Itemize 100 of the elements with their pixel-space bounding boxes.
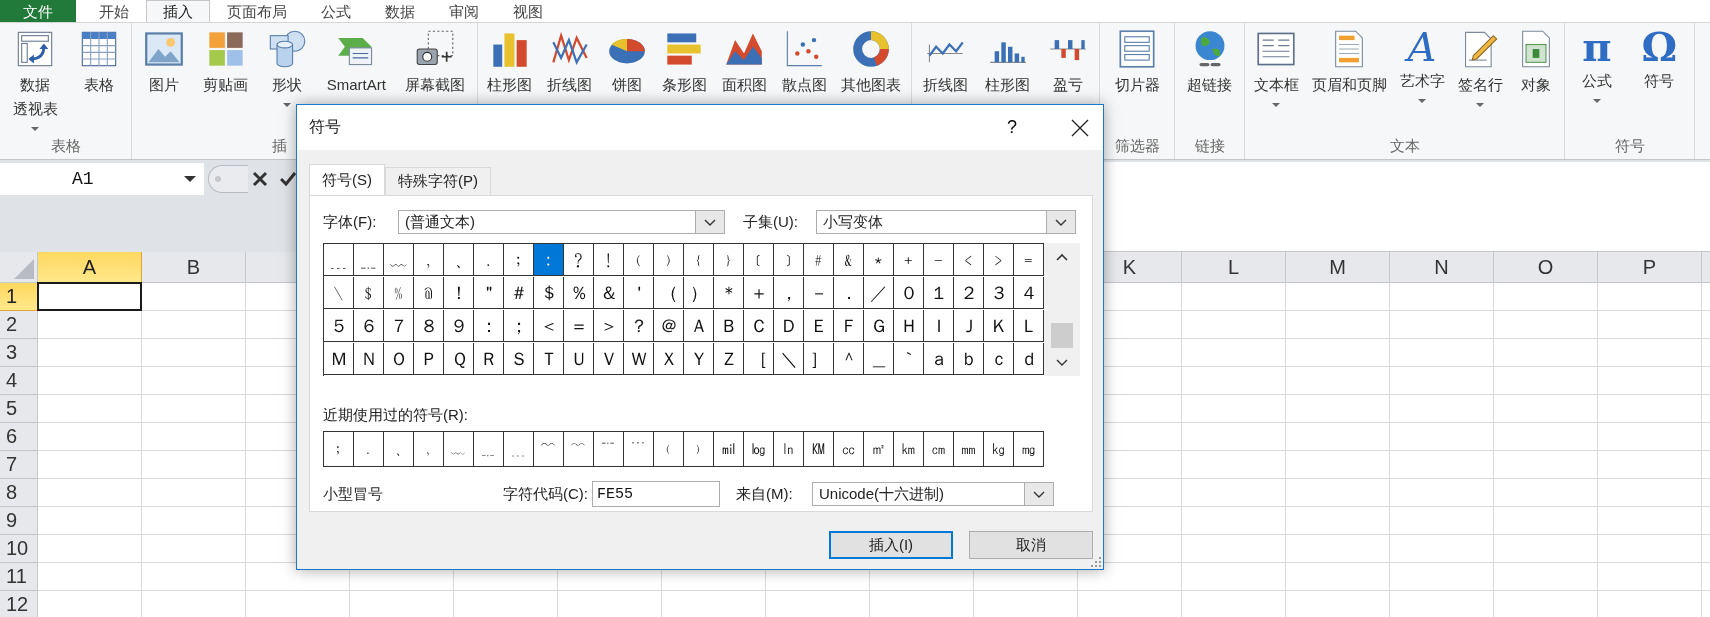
recent-symbol-cell[interactable]: ㎞ (894, 432, 924, 467)
ribbon-button[interactable]: 饼图 (606, 27, 649, 99)
symbol-cell[interactable]: ﹣ (924, 244, 954, 276)
symbol-cell[interactable]: ＠ (654, 310, 684, 342)
symbol-cell[interactable]: ﹝ (744, 244, 774, 276)
ribbon-button[interactable]: 盈亏 (1047, 27, 1090, 99)
recent-symbol-cell[interactable]: ㎝ (924, 432, 954, 467)
symbol-cell[interactable]: ﹞ (774, 244, 804, 276)
symbol-cell[interactable]: Ｍ (324, 343, 354, 375)
symbol-cell[interactable]: ﹐ (414, 244, 444, 276)
column-header[interactable]: N (1390, 252, 1494, 282)
symbol-cell[interactable]: ﹫ (414, 277, 444, 309)
symbol-cell[interactable]: Ｋ (984, 310, 1014, 342)
symbol-cell[interactable]: ９ (444, 310, 474, 342)
row-header[interactable]: 11 (0, 563, 37, 591)
symbol-cell[interactable]: Ｃ (744, 310, 774, 342)
recent-symbol-cell[interactable]: ﹐ (414, 432, 444, 467)
symbol-cell[interactable]: ． (834, 277, 864, 309)
subset-dropdown[interactable]: 小写变体 (816, 210, 1076, 234)
symbol-cell[interactable]: １ (924, 277, 954, 309)
ribbon-button[interactable]: 条形图 (660, 27, 708, 99)
ribbon-button[interactable]: 签名行 (1456, 27, 1504, 109)
recent-symbol-cell[interactable]: ㏎ (804, 432, 834, 467)
symbol-cell[interactable]: ＾ (834, 343, 864, 375)
ribbon-button[interactable]: 切片器 (1113, 27, 1161, 99)
symbol-cell[interactable]: ﹒ (474, 244, 504, 276)
row-header[interactable]: 2 (0, 311, 37, 339)
symbol-cell[interactable]: ﹚ (654, 244, 684, 276)
ribbon-button[interactable]: 柱形图 (486, 27, 534, 99)
symbol-cell[interactable]: ﹏ (384, 244, 414, 276)
symbol-cell[interactable]: ３ (984, 277, 1014, 309)
recent-symbol-cell[interactable]: ﹔ (324, 432, 354, 467)
symbol-cell[interactable]: ﹟ (804, 244, 834, 276)
recent-symbol-cell[interactable]: ﹚ (684, 432, 714, 467)
ribbon-button[interactable]: 散点图 (780, 27, 828, 99)
row-header[interactable]: 3 (0, 339, 37, 367)
symbol-cell[interactable]: ］ (804, 343, 834, 375)
symbol-cell[interactable]: Ｂ (714, 310, 744, 342)
ribbon-tab[interactable]: 审阅 (432, 0, 496, 22)
symbol-cell[interactable]: ﹤ (954, 244, 984, 276)
symbol-cell[interactable]: ＃ (504, 277, 534, 309)
symbol-cell[interactable]: Ｑ (444, 343, 474, 375)
ribbon-tab[interactable]: 文件 (0, 0, 76, 22)
row-header[interactable]: 1 (0, 283, 37, 311)
recent-symbol-cell[interactable]: ㎜ (954, 432, 984, 467)
dialog-tab[interactable]: 特殊字符(P) (385, 167, 491, 195)
symbol-cell[interactable]: Ｒ (474, 343, 504, 375)
symbol-cell[interactable]: ！ (444, 277, 474, 309)
dialog-button[interactable]: 插入(I) (829, 531, 953, 559)
symbol-cell[interactable]: Ｗ (624, 343, 654, 375)
recent-symbol-cell[interactable]: ㏕ (714, 432, 744, 467)
symbol-cell[interactable]: Ｚ (714, 343, 744, 375)
symbol-cell[interactable]: ４ (1014, 277, 1044, 309)
symbol-cell[interactable]: Ｓ (504, 343, 534, 375)
symbol-cell[interactable]: ﹗ (594, 244, 624, 276)
symbol-cell[interactable]: （ (654, 277, 684, 309)
symbol-cell[interactable]: ﹔ (504, 244, 534, 276)
symbol-cell[interactable]: Ｔ (534, 343, 564, 375)
symbol-cell[interactable]: ＋ (744, 277, 774, 309)
ribbon-tab[interactable]: 数据 (368, 0, 432, 22)
symbol-cell[interactable]: ｀ (894, 343, 924, 375)
row-header[interactable]: 10 (0, 535, 37, 563)
row-header[interactable]: 12 (0, 591, 37, 617)
symbol-cell[interactable]: ） (684, 277, 714, 309)
symbol-cell[interactable]: Ｉ (924, 310, 954, 342)
symbol-cell[interactable]: Ｌ (1014, 310, 1044, 342)
symbol-cell[interactable]: Ｕ (564, 343, 594, 375)
ribbon-button[interactable]: 表格 (77, 27, 120, 99)
recent-symbol-cell[interactable]: ﹊ (594, 432, 624, 467)
symbol-cell[interactable]: ＂ (474, 277, 504, 309)
help-button[interactable]: ? (997, 117, 1027, 138)
symbol-cell[interactable]: ﹡ (864, 244, 894, 276)
ribbon-button[interactable]: 形状 (266, 27, 309, 109)
select-all-button[interactable] (0, 252, 38, 283)
ribbon-button[interactable]: 折线图 (921, 27, 969, 99)
recent-symbol-cell[interactable]: ﹋ (564, 432, 594, 467)
ribbon-button[interactable]: Ω 符号 (1640, 27, 1679, 95)
row-header[interactable]: 6 (0, 423, 37, 451)
symbol-cell[interactable]: ０ (894, 277, 924, 309)
symbol-cell[interactable]: ﹖ (564, 244, 594, 276)
symbol-cell[interactable]: Ｘ (654, 343, 684, 375)
symbol-cell[interactable]: Ｙ (684, 343, 714, 375)
symbol-cell[interactable]: Ｖ (594, 343, 624, 375)
symbol-cell[interactable]: ＼ (774, 343, 804, 375)
symbol-cell[interactable]: ＝ (564, 310, 594, 342)
symbol-cell[interactable]: ﹙ (624, 244, 654, 276)
recent-symbol-cell[interactable]: ㎏ (984, 432, 1014, 467)
recent-symbol-cell[interactable]: ﹌ (534, 432, 564, 467)
ribbon-button[interactable]: π 公式 (1580, 27, 1613, 105)
column-header[interactable]: M (1286, 252, 1390, 282)
symbol-cell[interactable]: ＊ (714, 277, 744, 309)
symbol-cell[interactable]: ＿ (864, 343, 894, 375)
row-header[interactable]: 9 (0, 507, 37, 535)
recent-symbol-cell[interactable]: ﹑ (384, 432, 414, 467)
dialog-button[interactable]: 取消 (969, 531, 1093, 559)
symbol-cell[interactable]: Ｆ (834, 310, 864, 342)
row-header[interactable]: 8 (0, 479, 37, 507)
ribbon-button[interactable]: SmartArt (325, 27, 387, 99)
recent-symbol-cell[interactable]: ﹉ (624, 432, 654, 467)
symbol-cell[interactable]: ﹑ (444, 244, 474, 276)
